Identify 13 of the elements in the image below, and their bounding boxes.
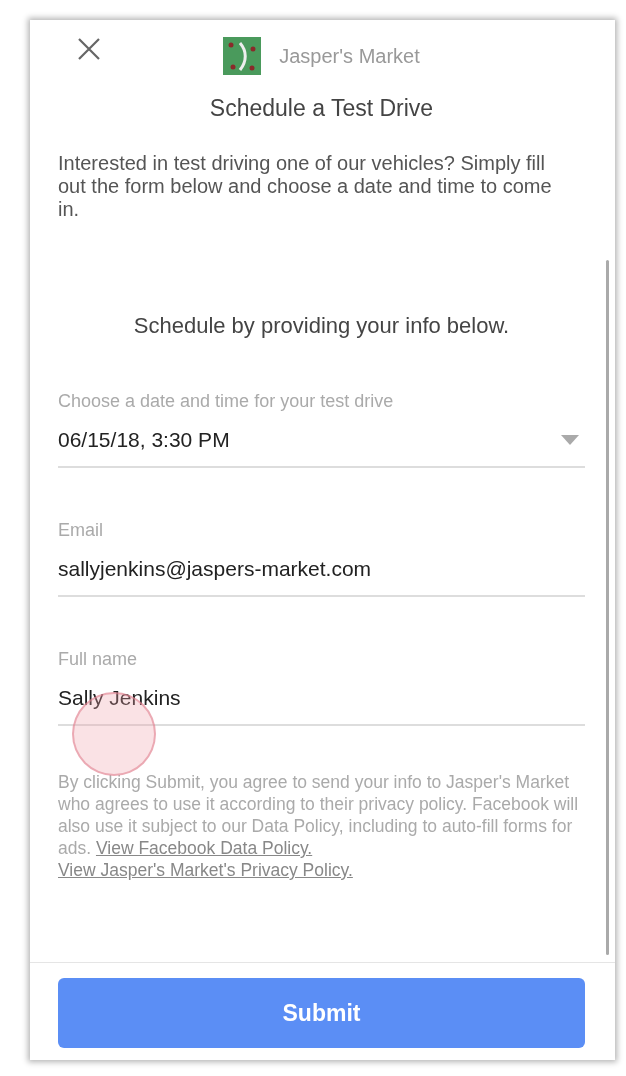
input-field[interactable]: Sally Jenkins (58, 670, 585, 726)
intro-text: Interested in test driving one of our vehicles? Simply fill out the form below and choose a date and time to come in. (58, 152, 553, 221)
page-name: Jasper's Market (279, 44, 420, 68)
field-label: Choose a date and time for your test drive (58, 391, 395, 412)
date-time-dropdown[interactable]: 06/15/18, 3:30 PM (58, 412, 585, 468)
section-heading: Schedule by providing your info below. (132, 313, 511, 339)
field-label: Email (58, 520, 104, 541)
policy-link[interactable]: View Jasper's Market's Privacy Policy. (58, 860, 353, 880)
field-label: Full name (58, 649, 139, 670)
form-title: Schedule a Test Drive (208, 95, 435, 122)
input-field[interactable]: sallyjenkins@jaspers-market.com (58, 541, 585, 597)
policy-link[interactable]: View Facebook Data Policy. (95, 838, 313, 858)
disclaimer-text: By clicking Submit, you agree to send your info to Jasper's Market who agrees to use it according to their privacy policy. Facebook will also use it subject to our Data Policy, including to auto-fill forms for ads. View Facebook Data Policy. View Jasper's Market's Privacy Policy. (58, 771, 580, 881)
